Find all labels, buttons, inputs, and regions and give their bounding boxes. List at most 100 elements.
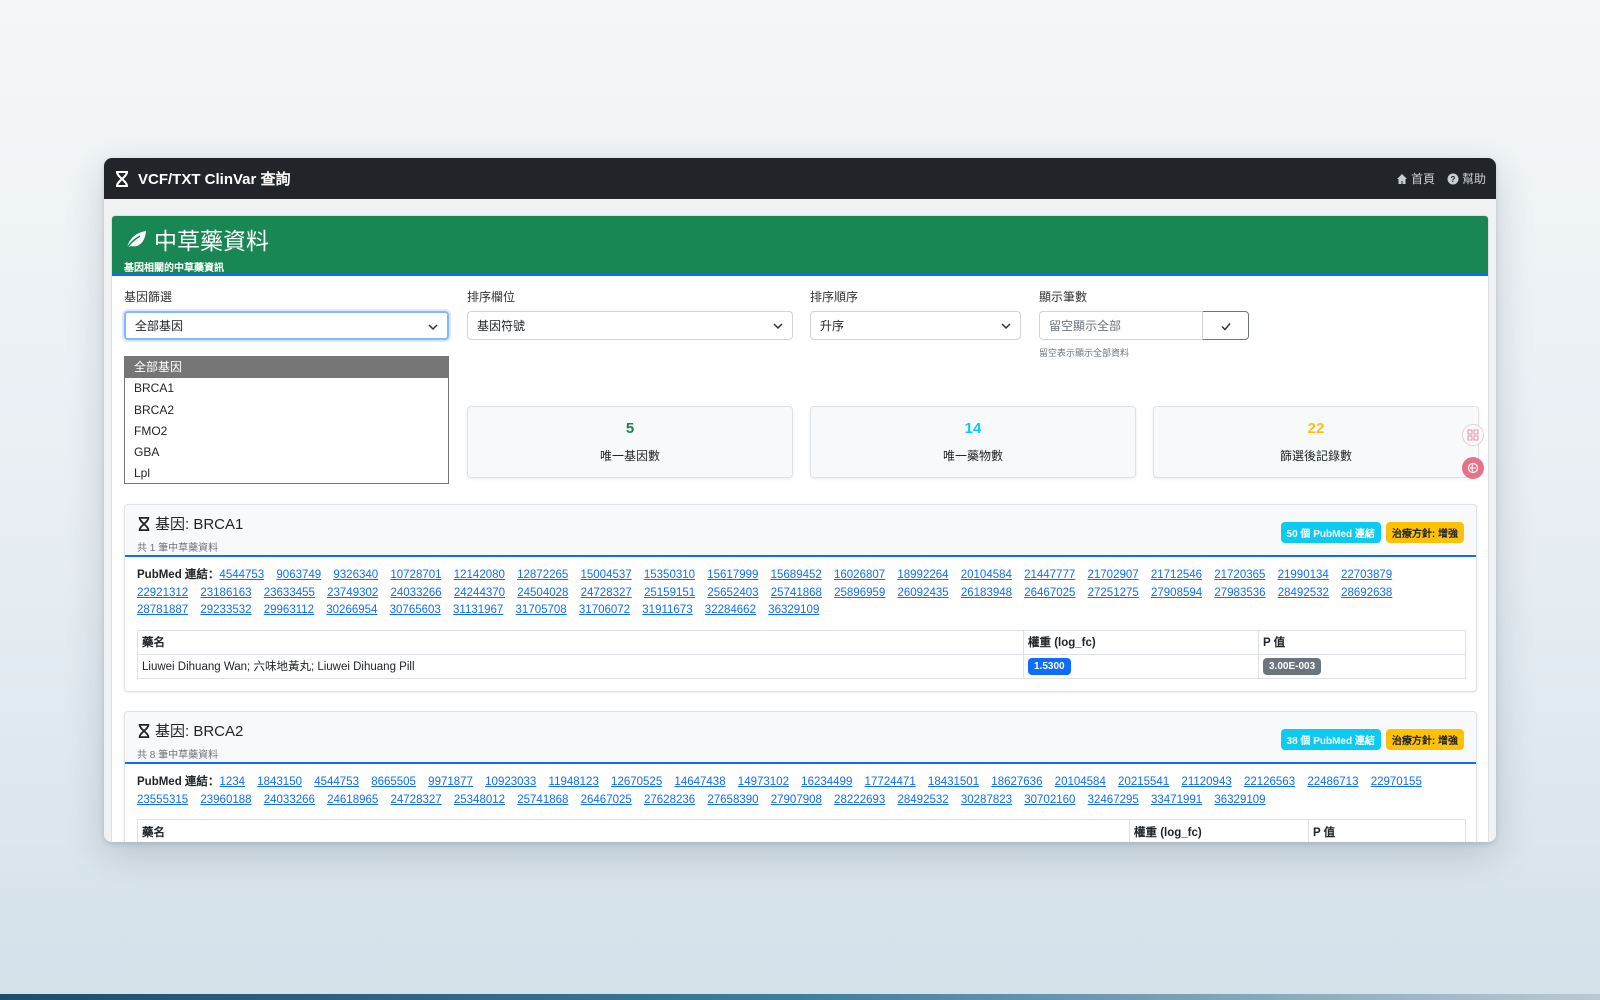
gene-option[interactable]: GBA bbox=[125, 442, 448, 463]
pubmed-link[interactable]: 26092435 bbox=[898, 587, 949, 599]
pubmed-link[interactable]: 12872265 bbox=[517, 569, 568, 581]
pubmed-link[interactable]: 9971877 bbox=[428, 776, 473, 788]
pubmed-link[interactable]: 24728327 bbox=[391, 794, 442, 806]
pubmed-link[interactable]: 23633455 bbox=[264, 587, 315, 599]
pubmed-link[interactable]: 30765603 bbox=[390, 604, 441, 616]
pubmed-link[interactable]: 27628236 bbox=[644, 794, 695, 806]
sort-order-select[interactable]: 升序 bbox=[810, 311, 1021, 340]
pubmed-link[interactable]: 24033266 bbox=[391, 587, 442, 599]
pubmed-link[interactable]: 8665505 bbox=[371, 776, 416, 788]
pubmed-link[interactable]: 28692638 bbox=[1341, 587, 1392, 599]
pubmed-link[interactable]: 12670525 bbox=[611, 776, 662, 788]
pubmed-link[interactable]: 22126563 bbox=[1244, 776, 1295, 788]
pubmed-link[interactable]: 24244370 bbox=[454, 587, 505, 599]
pubmed-link[interactable]: 16234499 bbox=[801, 776, 852, 788]
gene-option[interactable]: 全部基因 bbox=[125, 357, 448, 379]
pubmed-link[interactable]: 20104584 bbox=[961, 569, 1012, 581]
pubmed-link[interactable]: 27251275 bbox=[1088, 587, 1139, 599]
pubmed-link[interactable]: 11948123 bbox=[549, 776, 599, 788]
pubmed-link[interactable]: 23555315 bbox=[137, 794, 188, 806]
pubmed-link[interactable]: 31705708 bbox=[516, 604, 567, 616]
pubmed-link[interactable]: 30287823 bbox=[961, 794, 1012, 806]
pubmed-link[interactable]: 24728327 bbox=[581, 587, 632, 599]
pubmed-link[interactable]: 22486713 bbox=[1307, 776, 1358, 788]
pubmed-link[interactable]: 36329109 bbox=[768, 604, 819, 616]
translate-icon[interactable] bbox=[1462, 457, 1484, 479]
pubmed-link[interactable]: 4544753 bbox=[314, 776, 359, 788]
gene-option[interactable]: FMO2 bbox=[125, 421, 448, 442]
pubmed-link[interactable]: 21447777 bbox=[1024, 569, 1075, 581]
pubmed-link[interactable]: 28492532 bbox=[898, 794, 949, 806]
nav-help-link[interactable]: ? 幫助 bbox=[1447, 170, 1486, 187]
limit-input[interactable] bbox=[1039, 311, 1203, 340]
pubmed-link[interactable]: 1843150 bbox=[257, 776, 302, 788]
pubmed-link[interactable]: 32467295 bbox=[1088, 794, 1139, 806]
brand[interactable]: VCF/TXT ClinVar 查詢 bbox=[114, 168, 291, 189]
pubmed-link[interactable]: 4544753 bbox=[219, 569, 264, 581]
gene-filter-select[interactable]: 全部基因 bbox=[124, 311, 449, 340]
pubmed-link[interactable]: 26467025 bbox=[581, 794, 632, 806]
pubmed-link[interactable]: 24618965 bbox=[327, 794, 378, 806]
pubmed-link[interactable]: 21990134 bbox=[1278, 569, 1329, 581]
pubmed-link[interactable]: 31706072 bbox=[579, 604, 630, 616]
pubmed-link[interactable]: 14973102 bbox=[738, 776, 789, 788]
pubmed-link[interactable]: 23749302 bbox=[327, 587, 378, 599]
gene-option[interactable]: BRCA2 bbox=[125, 400, 448, 421]
pubmed-link[interactable]: 32284662 bbox=[705, 604, 756, 616]
pubmed-link[interactable]: 21120943 bbox=[1181, 776, 1231, 788]
pubmed-link[interactable]: 27908594 bbox=[1151, 587, 1202, 599]
pubmed-link[interactable]: 31131967 bbox=[453, 604, 503, 616]
pubmed-link[interactable]: 25741868 bbox=[517, 794, 568, 806]
pubmed-link[interactable]: 27983536 bbox=[1214, 587, 1265, 599]
pubmed-link[interactable]: 1234 bbox=[219, 776, 245, 788]
pubmed-link[interactable]: 28492532 bbox=[1278, 587, 1329, 599]
pubmed-link[interactable]: 15350310 bbox=[644, 569, 695, 581]
pubmed-link[interactable]: 33471991 bbox=[1151, 794, 1202, 806]
pubmed-link[interactable]: 21702907 bbox=[1088, 569, 1139, 581]
gene-option[interactable]: BRCA1 bbox=[125, 378, 448, 399]
pubmed-link[interactable]: 21712546 bbox=[1151, 569, 1202, 581]
pubmed-link[interactable]: 25159151 bbox=[644, 587, 695, 599]
grid-icon[interactable] bbox=[1462, 424, 1484, 446]
pubmed-link[interactable]: 15689452 bbox=[771, 569, 822, 581]
gene-option[interactable]: Lpl bbox=[125, 463, 448, 484]
pubmed-link[interactable]: 9063749 bbox=[276, 569, 321, 581]
apply-limit-button[interactable] bbox=[1203, 311, 1249, 340]
pubmed-link[interactable]: 25896959 bbox=[834, 587, 885, 599]
pubmed-link[interactable]: 21720365 bbox=[1214, 569, 1265, 581]
pubmed-link[interactable]: 10728701 bbox=[390, 569, 441, 581]
pubmed-link[interactable]: 29963112 bbox=[264, 604, 314, 616]
nav-home-link[interactable]: 首頁 bbox=[1396, 170, 1435, 187]
pubmed-link[interactable]: 23960188 bbox=[200, 794, 251, 806]
pubmed-link[interactable]: 15617999 bbox=[707, 569, 758, 581]
pubmed-link[interactable]: 24033266 bbox=[264, 794, 315, 806]
pubmed-link[interactable]: 23186163 bbox=[200, 587, 251, 599]
pubmed-link[interactable]: 24504028 bbox=[517, 587, 568, 599]
pubmed-link[interactable]: 20215541 bbox=[1118, 776, 1169, 788]
pubmed-link[interactable]: 16026807 bbox=[834, 569, 885, 581]
pubmed-link[interactable]: 29233532 bbox=[200, 604, 251, 616]
pubmed-link[interactable]: 22970155 bbox=[1371, 776, 1422, 788]
pubmed-link[interactable]: 14647438 bbox=[674, 776, 725, 788]
pubmed-link[interactable]: 18431501 bbox=[928, 776, 979, 788]
pubmed-link[interactable]: 31911673 bbox=[642, 604, 692, 616]
pubmed-link[interactable]: 15004537 bbox=[581, 569, 632, 581]
pubmed-link[interactable]: 25652403 bbox=[707, 587, 758, 599]
pubmed-link[interactable]: 20104584 bbox=[1055, 776, 1106, 788]
pubmed-link[interactable]: 36329109 bbox=[1214, 794, 1265, 806]
pubmed-link[interactable]: 18627636 bbox=[991, 776, 1042, 788]
pubmed-link[interactable]: 22921312 bbox=[137, 587, 188, 599]
pubmed-link[interactable]: 26183948 bbox=[961, 587, 1012, 599]
pubmed-link[interactable]: 12142080 bbox=[454, 569, 505, 581]
pubmed-link[interactable]: 30702160 bbox=[1024, 794, 1075, 806]
pubmed-link[interactable]: 28781887 bbox=[137, 604, 188, 616]
pubmed-link[interactable]: 27658390 bbox=[707, 794, 758, 806]
pubmed-link[interactable]: 28222693 bbox=[834, 794, 885, 806]
pubmed-link[interactable]: 18992264 bbox=[897, 569, 948, 581]
pubmed-link[interactable]: 10923033 bbox=[485, 776, 536, 788]
pubmed-link[interactable]: 25741868 bbox=[771, 587, 822, 599]
pubmed-link[interactable]: 9326340 bbox=[333, 569, 378, 581]
pubmed-link[interactable]: 30266954 bbox=[326, 604, 377, 616]
pubmed-link[interactable]: 17724471 bbox=[865, 776, 916, 788]
pubmed-link[interactable]: 27907908 bbox=[771, 794, 822, 806]
